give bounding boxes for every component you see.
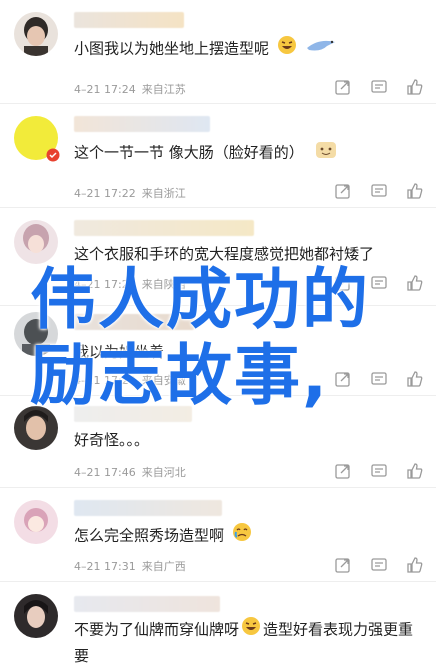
bird-sticker-icon <box>305 34 339 64</box>
smile-emoji-icon <box>312 138 340 168</box>
like-icon[interactable] <box>406 370 424 388</box>
comment-location: 来自浙江 <box>141 187 186 200</box>
comment-text-content: 这个衣服和手环的宽大程度感觉把她都衬矮了 <box>74 245 375 263</box>
username-blurred[interactable] <box>74 406 192 422</box>
comment-item: 小图我以为她坐地上摆造型呢 4–21 17:24 来自江苏 <box>0 0 436 104</box>
comment-actions <box>334 462 424 480</box>
comment-text: 怎么完全照秀场造型啊 <box>74 522 414 550</box>
like-icon[interactable] <box>406 556 424 574</box>
username-blurred[interactable] <box>74 596 220 612</box>
share-icon[interactable] <box>334 556 352 574</box>
comment-time: 4–21 17:31 <box>74 560 136 573</box>
cry-emoji-icon <box>232 522 252 550</box>
comment-item: 这个衣服和手环的宽大程度感觉把她都衬矮了 4–21 17:21 来自陕西 <box>0 208 436 306</box>
comment-item: 不要为了仙牌而穿仙牌呀 造型好看表现力强更重要 <box>0 582 436 672</box>
comment-actions <box>334 370 424 388</box>
comment-text: 小图我以为她坐地上摆造型呢 <box>74 34 414 64</box>
like-icon[interactable] <box>406 462 424 480</box>
comment-actions <box>334 274 424 292</box>
username-blurred[interactable] <box>74 500 222 516</box>
share-icon[interactable] <box>334 182 352 200</box>
laugh-emoji-icon <box>241 616 261 644</box>
verified-badge-icon <box>46 148 60 162</box>
comment-icon[interactable] <box>370 274 388 292</box>
comment-icon[interactable] <box>370 182 388 200</box>
avatar[interactable] <box>14 220 58 264</box>
comment-text-content: 怎么完全照秀场造型啊 <box>74 526 225 545</box>
share-icon[interactable] <box>334 370 352 388</box>
share-icon[interactable] <box>334 462 352 480</box>
comment-text: 我以为她坐着 <box>74 340 414 365</box>
comment-time: 4–21 17:46 <box>74 466 136 479</box>
username-blurred[interactable] <box>74 220 254 236</box>
comment-actions <box>334 78 424 96</box>
comment-location: 来自陕西 <box>141 278 186 291</box>
comment-time: 4–21 17:21 <box>74 278 136 291</box>
comment-actions <box>334 556 424 574</box>
comment-text: 好奇怪。。。 <box>74 428 414 453</box>
comment-icon[interactable] <box>370 78 388 96</box>
comment-meta: 4–21 17:46 来自河北 <box>74 464 186 480</box>
comment-location: 来自江苏 <box>141 83 186 96</box>
comment-text: 这个衣服和手环的宽大程度感觉把她都衬矮了 <box>74 242 414 267</box>
username-blurred[interactable] <box>74 314 194 330</box>
comment-time: 4–21 17:24 <box>74 83 136 96</box>
comment-item: 好奇怪。。。 4–21 17:46 来自河北 <box>0 396 436 488</box>
share-icon[interactable] <box>334 78 352 96</box>
like-icon[interactable] <box>406 274 424 292</box>
username-blurred[interactable] <box>74 12 184 28</box>
avatar[interactable] <box>14 312 58 356</box>
share-icon[interactable] <box>334 274 352 292</box>
comment-text-content: 好奇怪。。。 <box>74 431 150 449</box>
like-icon[interactable] <box>406 78 424 96</box>
comment-time: 4–21 17:22 <box>74 187 136 200</box>
comment-location: 来自广西 <box>141 560 186 573</box>
laugh-emoji-icon <box>277 35 297 63</box>
comment-meta: 4–21 17:24 来自江苏 <box>74 81 186 97</box>
comment-meta: 4–21 17:21 来自陕西 <box>74 276 186 292</box>
avatar[interactable] <box>14 406 58 450</box>
username-blurred[interactable] <box>74 116 210 132</box>
comment-icon[interactable] <box>370 462 388 480</box>
comment-text-content: 小图我以为她坐地上摆造型呢 <box>74 39 270 58</box>
comment-icon[interactable] <box>370 370 388 388</box>
avatar[interactable] <box>14 594 58 638</box>
avatar[interactable] <box>14 500 58 544</box>
comment-text-content: 这个一节一节 像大肠（脸好看的） <box>74 143 304 162</box>
comment-location: 来自安徽 <box>141 374 186 387</box>
comment-time: 4–21 17:20 <box>74 374 136 387</box>
comment-actions <box>334 182 424 200</box>
comment-text-content: 不要为了仙牌而穿仙牌呀 <box>74 620 240 639</box>
comment-location: 来自河北 <box>141 466 186 479</box>
comment-text: 这个一节一节 像大肠（脸好看的） <box>74 138 414 168</box>
comment-meta: 4–21 17:31 来自广西 <box>74 558 186 574</box>
comment-icon[interactable] <box>370 556 388 574</box>
comment-meta: 4–21 17:22 来自浙江 <box>74 185 186 201</box>
comment-text: 不要为了仙牌而穿仙牌呀 造型好看表现力强更重要 <box>74 616 414 669</box>
comment-meta: 4–21 17:20 来自安徽 <box>74 372 186 388</box>
comment-item: 这个一节一节 像大肠（脸好看的） 4–21 17:22 来自浙江 <box>0 104 436 208</box>
comment-feed: 小图我以为她坐地上摆造型呢 4–21 17:24 来自江苏 这个一节一节 像大肠（… <box>0 0 436 672</box>
like-icon[interactable] <box>406 182 424 200</box>
comment-item: 我以为她坐着 4–21 17:20 来自安徽 <box>0 306 436 396</box>
comment-text-content: 我以为她坐着 <box>74 343 165 361</box>
avatar[interactable] <box>14 12 58 56</box>
comment-item: 怎么完全照秀场造型啊 4–21 17:31 来自广西 <box>0 488 436 582</box>
